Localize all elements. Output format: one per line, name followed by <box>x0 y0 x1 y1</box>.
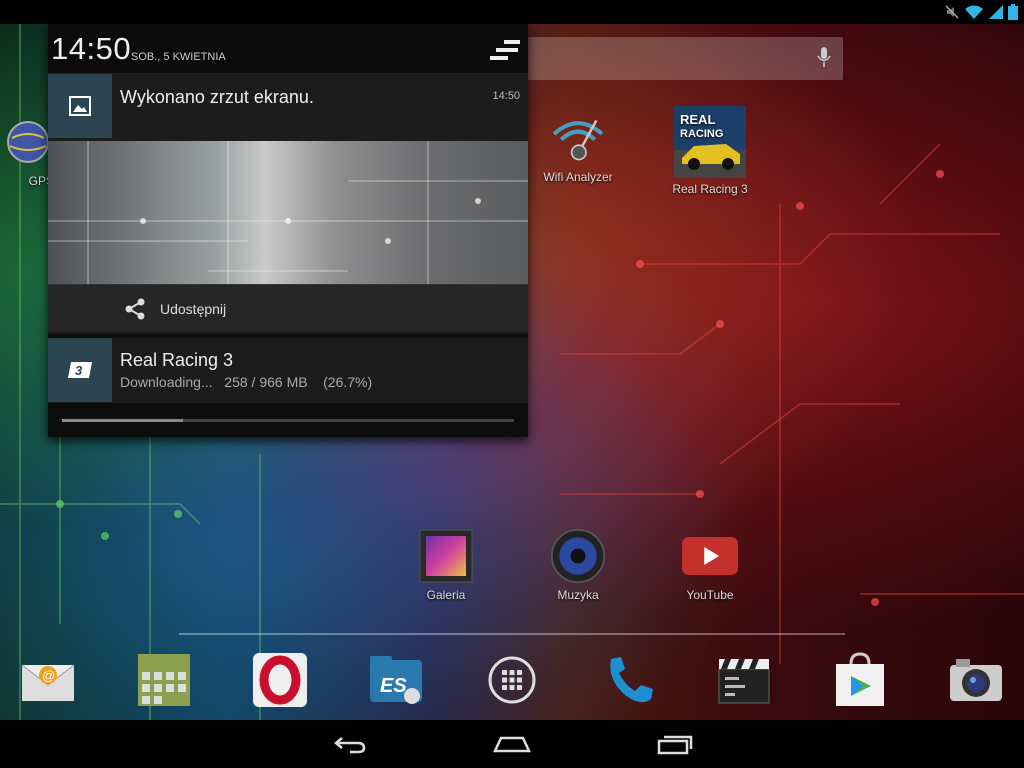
screenshot-preview-image[interactable] <box>48 141 528 284</box>
calculator-icon[interactable] <box>134 650 194 710</box>
recent-apps-icon <box>657 735 693 755</box>
screenshot-notification-time: 14:50 <box>492 90 520 102</box>
gallery-icon <box>418 528 474 584</box>
app-galeria-label: Galeria <box>426 588 466 602</box>
phone-icon[interactable] <box>598 650 658 710</box>
signal-icon <box>988 4 1004 25</box>
app-youtube[interactable]: YouTube <box>665 528 755 602</box>
download-size: 258 / 966 MB <box>224 374 308 390</box>
opera-icon[interactable] <box>250 650 310 710</box>
music-speaker-icon <box>550 528 606 584</box>
download-percent: (26.7%) <box>323 374 373 390</box>
movie-studio-icon[interactable] <box>714 650 774 710</box>
clock: 14:50 <box>51 31 132 66</box>
svg-text:@: @ <box>42 668 55 683</box>
navigation-bar <box>0 720 1024 768</box>
quick-settings-button[interactable] <box>490 38 520 62</box>
notification-panel: 14:50 SOB., 5 KWIETNIA Wykonano zrzut ek… <box>48 24 528 437</box>
app-real-racing-3[interactable]: REAL RACING Real Racing 3 <box>665 106 755 196</box>
dock-divider <box>179 633 845 635</box>
download-status-text: Downloading... <box>120 374 213 390</box>
google-search-bar[interactable] <box>515 37 843 80</box>
share-icon <box>124 298 146 325</box>
play-store-icon[interactable] <box>830 650 890 710</box>
back-button[interactable] <box>326 730 374 758</box>
quick-settings-icon <box>490 40 520 60</box>
app-real-racing-3-label: Real Racing 3 <box>672 182 748 196</box>
svg-text:ES: ES <box>380 675 407 697</box>
screenshot-image-icon <box>48 74 112 138</box>
mute-icon <box>944 4 960 25</box>
app-drawer-icon[interactable] <box>482 650 542 710</box>
screenshot-notification-title: Wykonano zrzut ekranu. <box>120 87 314 107</box>
microphone-icon[interactable] <box>817 47 831 74</box>
app-wifi-analyzer-label: Wifi Analyzer <box>543 170 613 184</box>
back-icon <box>334 737 366 754</box>
svg-text:REAL: REAL <box>680 112 715 127</box>
home-button[interactable] <box>488 730 536 758</box>
share-action-button[interactable]: Udostępnij <box>48 284 528 332</box>
app-galeria[interactable]: Galeria <box>401 528 491 602</box>
es-file-explorer-icon[interactable]: ES <box>366 650 426 710</box>
camera-icon[interactable] <box>946 650 1006 710</box>
date: SOB., 5 KWIETNIA <box>131 51 226 63</box>
battery-icon <box>1008 4 1018 25</box>
real-racing-3-icon: REAL RACING <box>674 106 746 178</box>
svg-text:RACING: RACING <box>680 128 723 140</box>
wifi-icon <box>964 4 984 25</box>
status-bar <box>0 0 1024 24</box>
app-muzyka-label: Muzyka <box>557 588 599 602</box>
share-label: Udostępnij <box>160 301 227 317</box>
real-racing-3-small-icon: 3 <box>48 338 112 402</box>
download-status: Downloading... 258 / 966 MB (26.7%) <box>120 374 372 390</box>
svg-text:3: 3 <box>75 363 83 378</box>
wifi-analyzer-icon <box>550 110 606 166</box>
app-wifi-analyzer[interactable]: Wifi Analyzer <box>533 110 623 184</box>
email-icon[interactable]: @ <box>18 650 78 710</box>
download-notification[interactable]: 3 Real Racing 3 Downloading... 258 / 966… <box>48 338 528 403</box>
download-progress-bar <box>62 419 514 422</box>
notification-header: 14:50 SOB., 5 KWIETNIA <box>48 24 528 74</box>
download-title: Real Racing 3 <box>120 350 234 370</box>
youtube-icon <box>682 528 738 584</box>
app-youtube-label: YouTube <box>686 588 734 602</box>
download-progress-fill <box>62 419 183 422</box>
home-icon <box>493 736 531 753</box>
app-muzyka[interactable]: Muzyka <box>533 528 623 602</box>
recent-apps-button[interactable] <box>651 730 699 758</box>
